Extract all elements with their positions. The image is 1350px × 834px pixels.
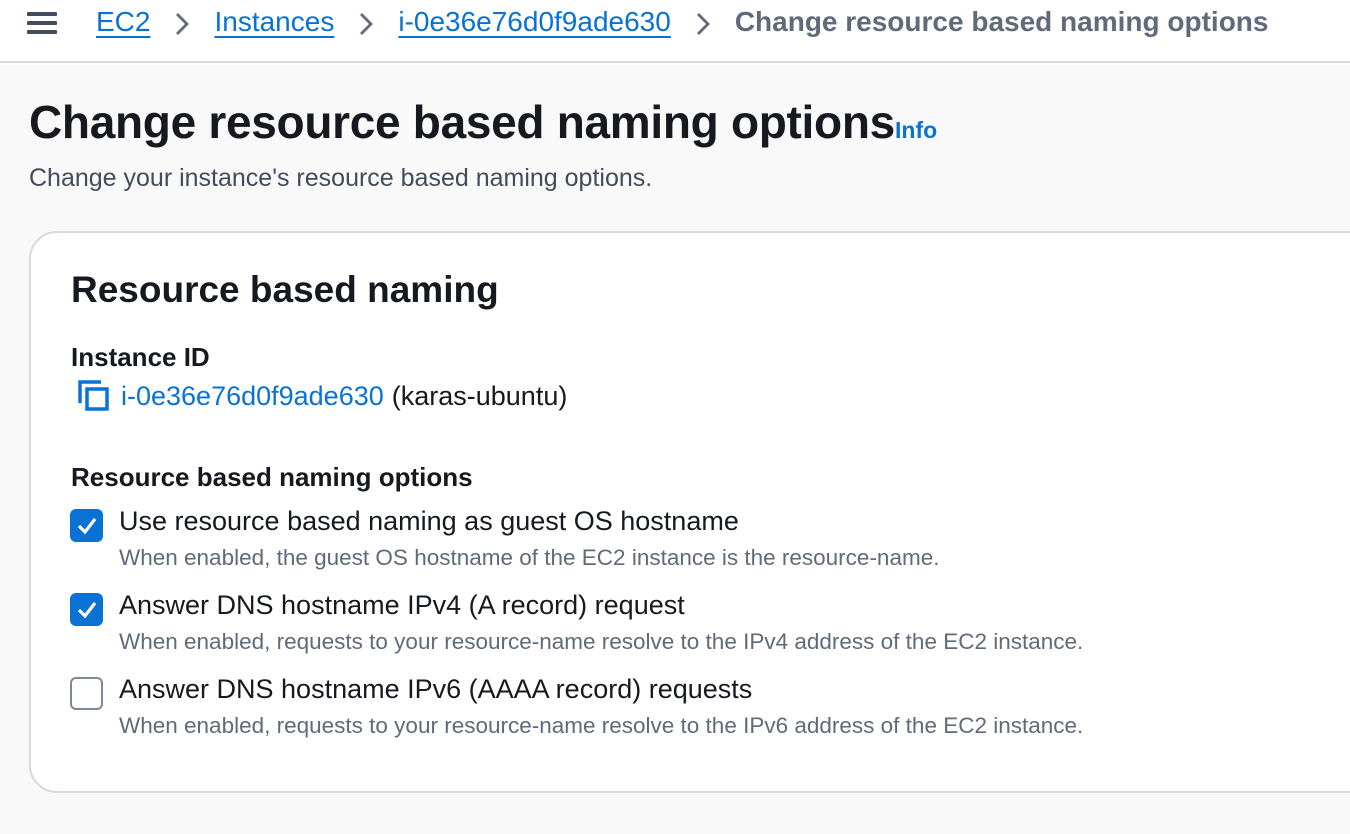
dns-ipv4-checkbox[interactable] [70, 593, 103, 626]
checkmark-icon [77, 518, 97, 535]
option-dns-ipv4: Answer DNS hostname IPv4 (A record) requ… [70, 590, 1270, 663]
instance-name: (karas-ubuntu) [391, 380, 568, 411]
option-label[interactable]: Answer DNS hostname IPv4 (A record) requ… [119, 590, 685, 621]
option-label[interactable]: Answer DNS hostname IPv6 (AAAA record) r… [119, 674, 752, 705]
breadcrumb: EC2 Instances i-0e36e76d0f9ade630 Change… [96, 4, 1268, 40]
instance-id-label: Instance ID [71, 342, 210, 372]
breadcrumb-instance-id[interactable]: i-0e36e76d0f9ade630 [398, 6, 670, 38]
option-description: When enabled, requests to your resource-… [119, 629, 1084, 654]
naming-options-label: Resource based naming options [71, 462, 473, 492]
chevron-right-icon [334, 6, 398, 38]
main-content: Change resource based naming options Inf… [0, 65, 1350, 834]
option-description: When enabled, the guest OS hostname of t… [119, 545, 940, 570]
option-guest-os-hostname: Use resource based naming as guest OS ho… [70, 506, 1270, 579]
instance-id-value: i-0e36e76d0f9ade630 (karas-ubuntu) [77, 378, 567, 414]
breadcrumb-current: Change resource based naming options [734, 6, 1269, 37]
copy-icon[interactable] [77, 379, 111, 413]
instance-id-link[interactable]: i-0e36e76d0f9ade630 [121, 381, 384, 412]
guest-os-hostname-checkbox[interactable] [70, 509, 103, 542]
resource-based-naming-panel: Resource based naming Instance ID i-0e36… [29, 231, 1350, 793]
option-label[interactable]: Use resource based naming as guest OS ho… [119, 506, 739, 537]
chevron-right-icon [671, 6, 735, 38]
panel-title: Resource based naming [71, 269, 499, 310]
top-navigation-bar: EC2 Instances i-0e36e76d0f9ade630 Change… [0, 0, 1350, 63]
page-description: Change your instance's resource based na… [29, 164, 653, 192]
info-link[interactable]: Info [895, 117, 937, 144]
option-description: When enabled, requests to your resource-… [119, 713, 1084, 738]
hamburger-menu-icon[interactable] [27, 10, 57, 36]
breadcrumb-instances[interactable]: Instances [214, 6, 334, 38]
chevron-right-icon [150, 6, 214, 38]
breadcrumb-ec2[interactable]: EC2 [96, 6, 150, 38]
dns-ipv6-checkbox[interactable] [70, 677, 103, 710]
checkmark-icon [77, 602, 97, 619]
page-title: Change resource based naming options [29, 96, 895, 148]
option-dns-ipv6: Answer DNS hostname IPv6 (AAAA record) r… [70, 674, 1270, 747]
